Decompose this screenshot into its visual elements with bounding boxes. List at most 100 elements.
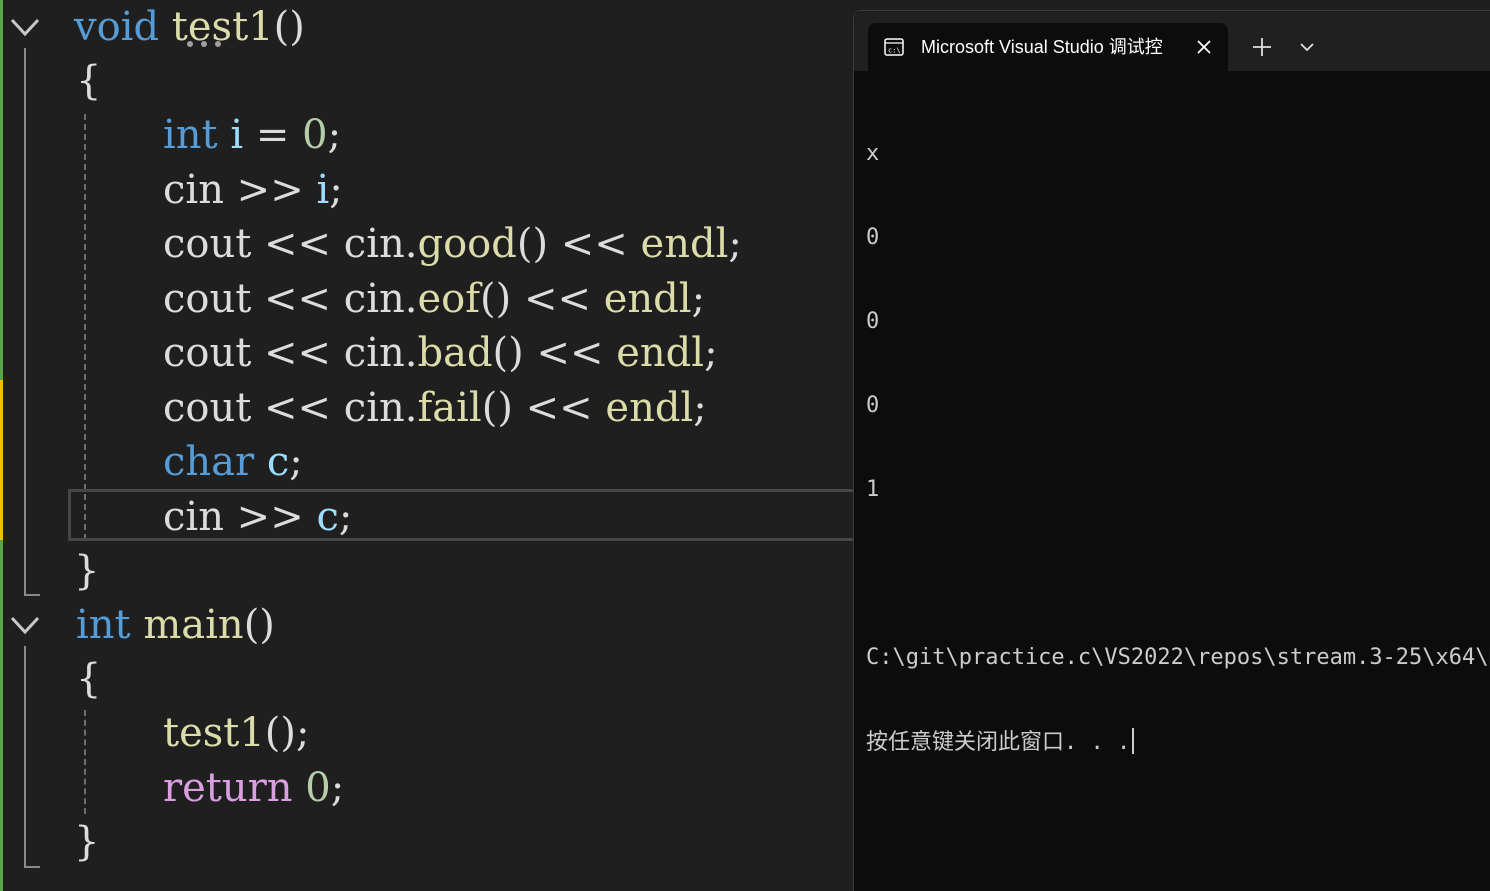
- code-token: cin: [343, 385, 405, 431]
- code-line[interactable]: cout << cin.eof() << endl;: [163, 272, 705, 326]
- code-line[interactable]: cout << cin.bad() << endl;: [163, 326, 718, 380]
- code-token: (): [243, 602, 275, 648]
- screen: void test1() { int i = 0; cin >> i; cout…: [0, 0, 1490, 891]
- code-token: cin: [343, 330, 405, 376]
- debug-console-window[interactable]: c:\ Microsoft Visual Studio 调试控 x 0 0 0 …: [853, 10, 1490, 891]
- code-token: () <<: [492, 330, 617, 376]
- code-line[interactable]: int i = 0;: [163, 108, 341, 162]
- code-token: test1: [171, 4, 274, 50]
- console-output[interactable]: x 0 0 0 1 C:\git\practice.c\VS2022\repos…: [866, 84, 1490, 812]
- chevron-down-icon[interactable]: [8, 10, 42, 44]
- code-line[interactable]: void test1(): [74, 0, 305, 54]
- plus-icon[interactable]: [1250, 35, 1274, 59]
- code-token: cin: [343, 221, 405, 267]
- change-bar-unsaved: [0, 380, 3, 540]
- code-token: c: [266, 439, 290, 485]
- code-token: cout: [163, 330, 252, 376]
- code-token: <<: [251, 330, 344, 376]
- code-token: ;: [704, 330, 718, 376]
- code-token: 0: [305, 765, 331, 811]
- code-token: c: [316, 494, 339, 540]
- code-token: ;: [289, 439, 303, 485]
- change-bar-saved: [0, 540, 3, 891]
- code-token: endl: [616, 330, 705, 376]
- code-token: int: [76, 602, 131, 648]
- console-prompt-text: 按任意键关闭此窗口. . .: [866, 730, 1131, 755]
- svg-text:c:\: c:\: [888, 47, 901, 55]
- code-token: <<: [251, 276, 344, 322]
- code-token: int: [163, 112, 218, 158]
- fold-bracket: [24, 646, 26, 868]
- code-token: cin: [163, 167, 224, 213]
- text-cursor: [1132, 728, 1135, 754]
- code-token: >>: [223, 494, 317, 540]
- tab-title: Microsoft Visual Studio 调试控: [921, 37, 1163, 57]
- tab-debug-console[interactable]: c:\ Microsoft Visual Studio 调试控: [868, 23, 1228, 71]
- tab-strip: c:\ Microsoft Visual Studio 调试控: [854, 11, 1490, 71]
- code-token: char: [163, 439, 255, 485]
- code-token: ();: [264, 710, 310, 756]
- code-token: {: [76, 656, 102, 702]
- code-token: good: [417, 221, 517, 267]
- code-token: endl: [605, 385, 694, 431]
- code-token: () <<: [481, 385, 606, 431]
- code-line[interactable]: }: [74, 815, 99, 869]
- code-token: ;: [330, 765, 345, 811]
- code-line[interactable]: cin >> c;: [163, 490, 352, 544]
- code-token: cout: [163, 385, 252, 431]
- console-icon: c:\: [884, 38, 904, 56]
- code-token: () <<: [516, 221, 641, 267]
- code-line[interactable]: cout << cin.good() << endl;: [163, 217, 742, 271]
- code-token: =: [243, 112, 303, 158]
- code-token: endl: [603, 276, 692, 322]
- code-line[interactable]: int main(): [76, 598, 275, 652]
- code-token: }: [74, 819, 100, 865]
- code-token: <<: [251, 385, 344, 431]
- code-token: ;: [728, 221, 742, 267]
- code-token: void: [74, 4, 160, 50]
- fold-bracket: [24, 48, 26, 596]
- code-token: cout: [163, 276, 252, 322]
- code-line[interactable]: char c;: [163, 435, 303, 489]
- code-token: ;: [691, 276, 706, 322]
- code-token: main: [143, 602, 244, 648]
- chevron-down-icon[interactable]: [1297, 37, 1317, 57]
- code-token: ;: [693, 385, 707, 431]
- code-line[interactable]: {: [76, 54, 101, 108]
- code-line[interactable]: cout << cin.fail() << endl;: [163, 381, 707, 435]
- code-line[interactable]: return 0;: [163, 761, 344, 815]
- code-token: .: [404, 276, 418, 322]
- chevron-down-icon[interactable]: [8, 608, 42, 642]
- console-line: 0: [866, 309, 880, 334]
- code-token: ;: [327, 112, 342, 158]
- code-token: cout: [163, 221, 252, 267]
- code-token: >>: [223, 167, 317, 213]
- console-line: x: [866, 141, 880, 166]
- code-token: ;: [338, 494, 353, 540]
- change-bar-saved: [0, 0, 3, 380]
- code-token: return: [163, 765, 293, 811]
- code-line[interactable]: {: [76, 652, 101, 706]
- code-token: .: [404, 330, 418, 376]
- code-token: <<: [251, 221, 344, 267]
- indent-guide: [84, 710, 86, 814]
- code-line[interactable]: cin >> i;: [163, 163, 343, 217]
- console-line: 1: [866, 477, 880, 502]
- fold-bracket-end: [24, 866, 40, 868]
- close-icon[interactable]: [1194, 37, 1214, 57]
- console-line: 0: [866, 225, 880, 250]
- code-token: ;: [329, 167, 343, 213]
- code-line[interactable]: }: [74, 544, 99, 598]
- code-token: i: [316, 167, 330, 213]
- console-line: C:\git\practice.c\VS2022\repos\stream.3-…: [866, 645, 1490, 670]
- code-token: i: [230, 112, 244, 158]
- code-token: {: [76, 58, 102, 104]
- code-token: 0: [302, 112, 328, 158]
- code-line[interactable]: test1();: [163, 706, 309, 760]
- code-editor[interactable]: void test1() { int i = 0; cin >> i; cout…: [0, 0, 861, 891]
